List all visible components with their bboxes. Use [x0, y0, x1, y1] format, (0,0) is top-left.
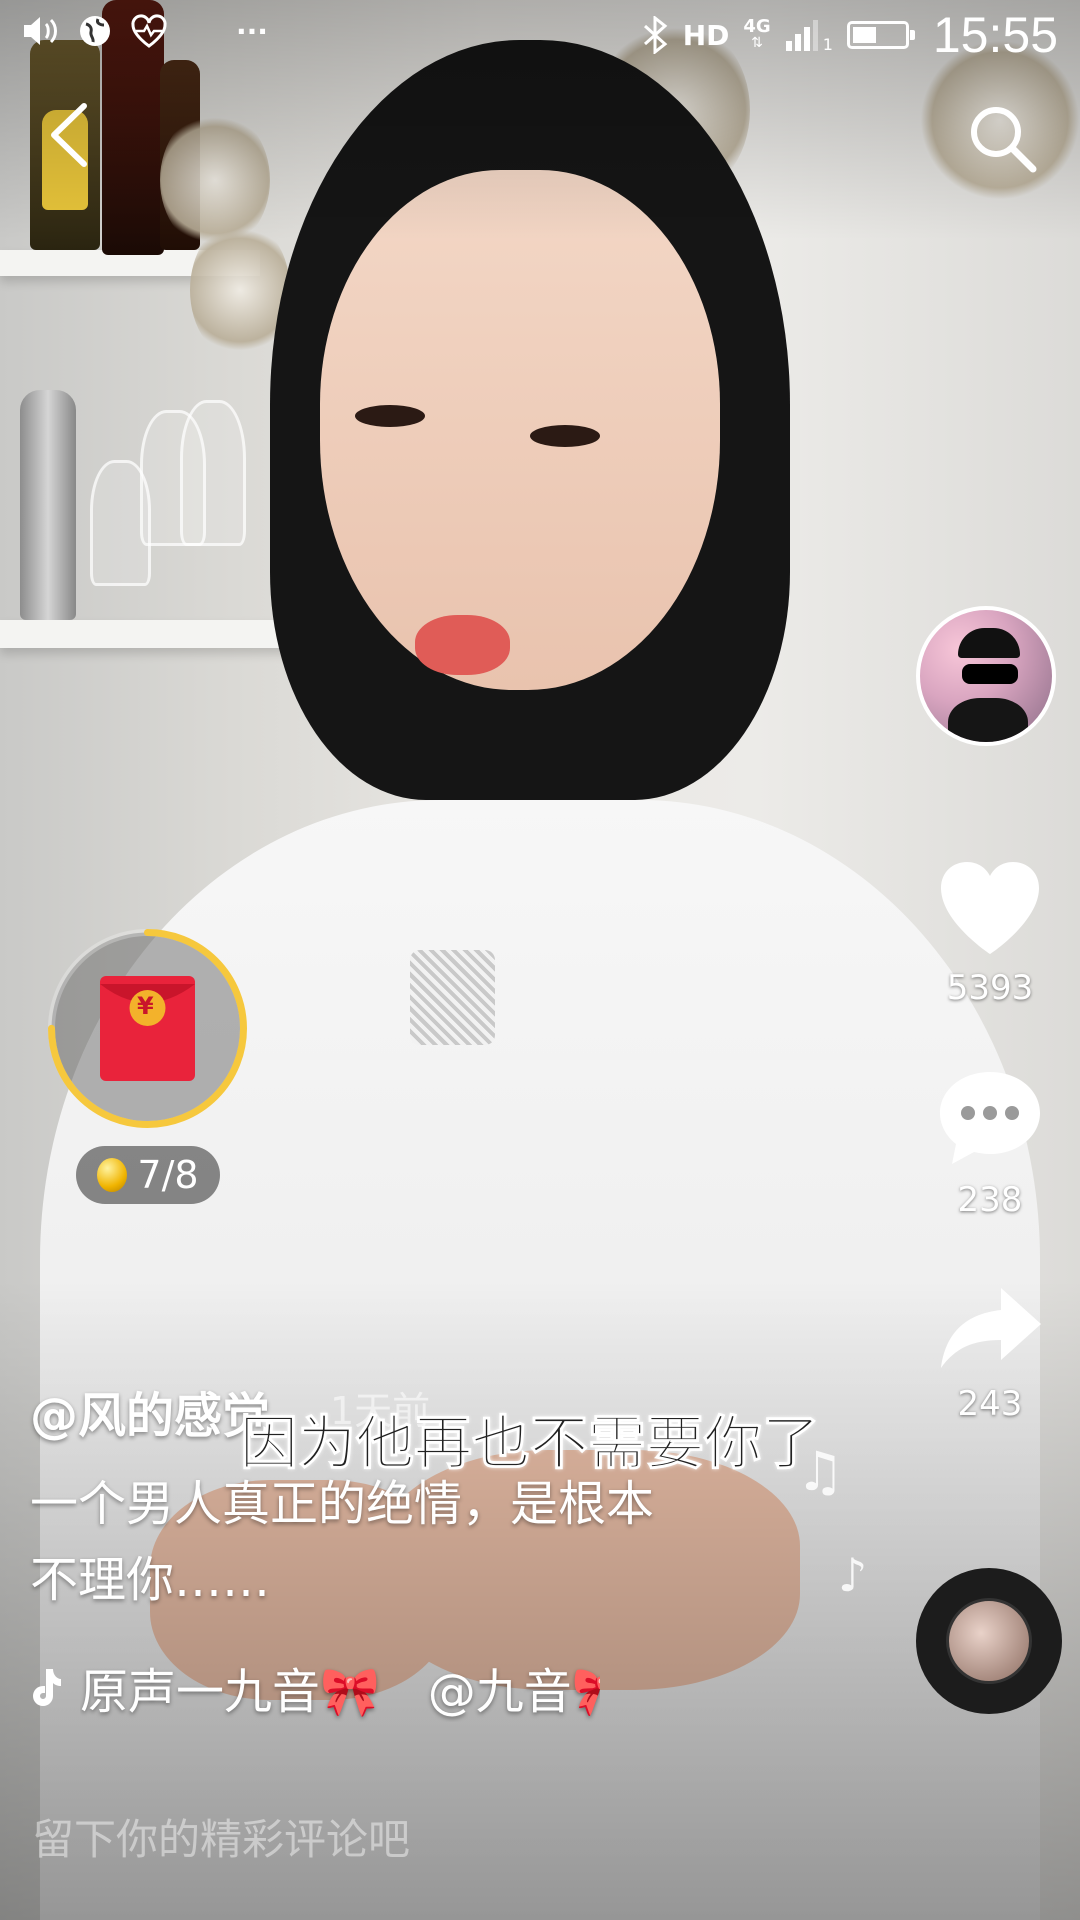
wine-glass — [180, 400, 246, 546]
yuan-symbol: ¥ — [137, 992, 154, 1020]
share-button[interactable]: 243 — [920, 1284, 1060, 1424]
person-eye — [355, 405, 425, 427]
sim-index: 1 — [822, 34, 833, 54]
status-left: ··· — [22, 14, 268, 48]
battery-fill — [852, 27, 876, 43]
kitchen-shelf — [0, 620, 300, 648]
globe-icon — [80, 16, 110, 46]
music-disc[interactable] — [916, 1568, 1062, 1714]
red-packet-progress-ring — [48, 929, 247, 1128]
comment-count: 238 — [957, 1180, 1023, 1220]
description-line: 不理你…… — [30, 1552, 271, 1608]
blouse-brooch — [410, 950, 495, 1045]
status-bar: ··· HD 4G ⇅ 1 15:55 — [0, 0, 1080, 72]
battery-icon — [846, 21, 915, 49]
bluetooth-icon — [643, 16, 668, 54]
avatar-sunglasses — [962, 664, 1018, 684]
post-description: 一个男人真正的绝情，是根本 不理你…… — [30, 1466, 770, 1618]
share-count: 243 — [957, 1384, 1023, 1424]
heart-monitor-icon — [131, 14, 167, 48]
music-cover — [946, 1598, 1032, 1684]
signal-type: 4G ⇅ — [743, 16, 771, 52]
status-right: HD 4G ⇅ 1 15:55 — [641, 6, 1058, 64]
heart-icon — [941, 862, 1039, 954]
like-count: 5393 — [946, 968, 1034, 1008]
gold-coin-icon — [97, 1158, 128, 1192]
tiktok-note-icon — [33, 1669, 61, 1706]
chevron-left-icon — [51, 103, 87, 167]
comment-input[interactable]: 留下你的精彩评论吧 — [32, 1806, 410, 1867]
person-mouth — [415, 615, 510, 675]
speaker-icon — [24, 17, 57, 45]
comment-bubble-icon — [940, 1072, 1040, 1164]
search-button[interactable] — [964, 100, 1040, 176]
avatar-body — [948, 698, 1028, 742]
music-note-icon: ♪ — [838, 1548, 868, 1602]
author-username[interactable]: @风的感觉 — [30, 1388, 270, 1444]
signal-icon — [785, 20, 818, 51]
data-arrows-icon: ⇅ — [751, 35, 763, 51]
thermos — [20, 390, 76, 620]
description-line: 一个男人真正的绝情，是根本 — [30, 1476, 655, 1532]
author-avatar[interactable] — [916, 606, 1056, 746]
music-info[interactable]: 原声一九音🎀 @九音🎀 — [28, 1652, 600, 1722]
share-arrow-icon — [941, 1288, 1041, 1368]
network-label: HD — [682, 18, 730, 52]
search-icon — [971, 107, 1037, 173]
red-packet-timer[interactable]: ¥ — [45, 926, 250, 1131]
overflow-indicator: ··· — [236, 14, 268, 48]
signal-type-label: 4G — [743, 16, 771, 37]
avatar-hat — [958, 628, 1020, 658]
coin-progress-badge: 7/8 — [76, 1146, 220, 1204]
person-face — [320, 170, 720, 690]
like-button[interactable]: 5393 — [920, 858, 1060, 1008]
coin-progress-text: 7/8 — [137, 1153, 199, 1197]
back-button[interactable] — [40, 100, 100, 170]
clock: 15:55 — [932, 7, 1058, 63]
person-eye — [530, 425, 600, 447]
music-track-text: 原声一九音🎀 @九音🎀 — [80, 1664, 600, 1720]
wine-glass — [90, 460, 151, 586]
comment-button[interactable]: 238 — [920, 1066, 1060, 1220]
